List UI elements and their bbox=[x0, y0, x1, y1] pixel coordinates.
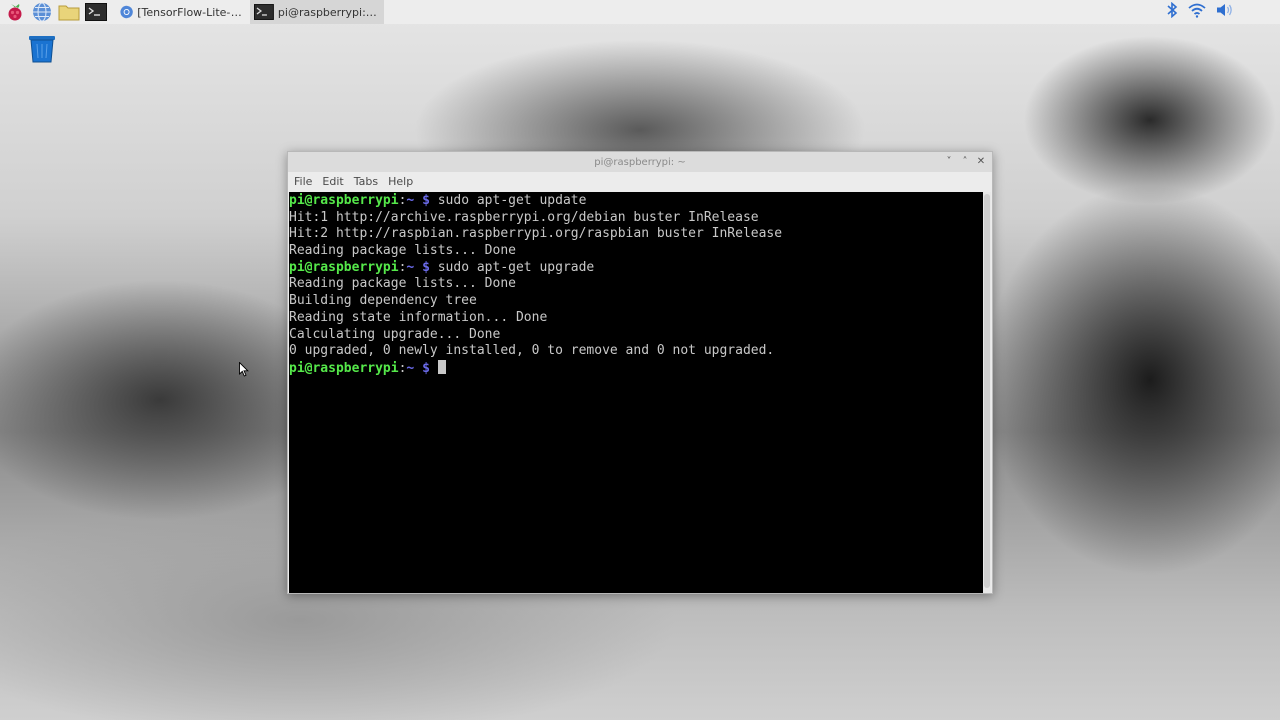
output-text: Hit:1 http://archive.raspberrypi.org/deb… bbox=[289, 209, 759, 225]
prompt-line: pi@raspberrypi:~ $ bbox=[289, 359, 984, 377]
output-line: Reading package lists... Done bbox=[289, 276, 984, 293]
menu-tabs[interactable]: Tabs bbox=[354, 175, 378, 188]
globe-icon bbox=[33, 2, 51, 22]
volume-icon[interactable] bbox=[1216, 2, 1234, 22]
raspberry-icon bbox=[8, 4, 22, 21]
prompt-path: ~ bbox=[406, 259, 415, 275]
chromium-icon bbox=[120, 5, 133, 19]
title-bar[interactable]: pi@raspberrypi: ~ ˅ ˄ ✕ bbox=[288, 152, 992, 172]
wifi-icon[interactable] bbox=[1188, 2, 1206, 22]
text-cursor bbox=[437, 359, 446, 374]
terminal-output[interactable]: pi@raspberrypi:~ $ sudo apt-get update Hi… bbox=[289, 192, 984, 593]
window-controls: ˅ ˄ ✕ bbox=[942, 154, 988, 168]
prompt-dollar: $ bbox=[422, 259, 430, 275]
system-tray bbox=[1166, 1, 1280, 22]
output-line: Reading state information... Done bbox=[289, 310, 984, 327]
taskbar: [TensorFlow-Lite-Obje... pi@raspberrypi:… bbox=[0, 0, 1280, 24]
minimize-icon[interactable]: ˅ bbox=[942, 154, 956, 168]
terminal-scrollbar[interactable] bbox=[983, 192, 991, 593]
task-label: [TensorFlow-Lite-Obje... bbox=[137, 5, 244, 19]
raspberry-menu-button[interactable] bbox=[3, 0, 27, 24]
terminal-icon bbox=[254, 4, 274, 20]
output-line: Reading package lists... Done bbox=[289, 243, 984, 260]
wastebasket-icon[interactable] bbox=[28, 34, 56, 64]
output-text: Calculating upgrade... Done bbox=[289, 326, 501, 342]
output-text: Reading state information... Done bbox=[289, 309, 548, 325]
output-line: Building dependency tree bbox=[289, 293, 984, 310]
prompt-line: pi@raspberrypi:~ $ sudo apt-get update bbox=[289, 193, 984, 210]
maximize-icon[interactable]: ˄ bbox=[958, 154, 972, 168]
prompt-path: ~ bbox=[406, 193, 415, 208]
window-title: pi@raspberrypi: ~ bbox=[594, 156, 686, 168]
output-line: 0 upgraded, 0 newly installed, 0 to remo… bbox=[289, 343, 984, 360]
output-text: Hit:2 http://raspbian.raspberrypi.org/ra… bbox=[289, 226, 783, 242]
terminal-launcher[interactable] bbox=[84, 0, 108, 24]
output-line: Hit:1 http://archive.raspberrypi.org/deb… bbox=[289, 210, 984, 227]
command-text: sudo apt-get update bbox=[437, 193, 587, 208]
output-text: Reading package lists... Done bbox=[289, 243, 516, 259]
file-manager-launcher[interactable] bbox=[57, 0, 81, 24]
task-label: pi@raspberrypi: ~ bbox=[277, 5, 378, 19]
menu-help[interactable]: Help bbox=[388, 175, 413, 188]
close-icon[interactable]: ✕ bbox=[974, 154, 988, 168]
prompt-path: ~ bbox=[406, 360, 415, 376]
output-text: Reading package lists... Done bbox=[289, 276, 516, 292]
menu-bar: File Edit Tabs Help bbox=[288, 172, 992, 191]
command-text: sudo apt-get upgrade bbox=[437, 259, 595, 275]
mouse-pointer-icon bbox=[239, 361, 249, 381]
menu-edit[interactable]: Edit bbox=[322, 175, 343, 188]
taskbar-task-browser[interactable]: [TensorFlow-Lite-Obje... bbox=[116, 0, 250, 24]
output-text: 0 upgraded, 0 newly installed, 0 to remo… bbox=[289, 343, 775, 359]
prompt-user-host: pi@raspberrypi bbox=[289, 259, 399, 275]
prompt-user-host: pi@raspberrypi bbox=[289, 193, 399, 208]
output-text: Building dependency tree bbox=[289, 293, 477, 309]
prompt-user-host: pi@raspberrypi bbox=[289, 360, 399, 376]
bluetooth-icon[interactable] bbox=[1166, 1, 1178, 22]
prompt-dollar: $ bbox=[422, 193, 430, 208]
terminal-icon bbox=[85, 3, 107, 21]
output-line: Hit:2 http://raspbian.raspberrypi.org/ra… bbox=[289, 226, 984, 243]
scrollbar-thumb[interactable] bbox=[984, 194, 990, 588]
taskbar-task-terminal[interactable]: pi@raspberrypi: ~ bbox=[250, 0, 384, 24]
output-line: Calculating upgrade... Done bbox=[289, 327, 984, 344]
folder-icon bbox=[58, 5, 80, 21]
web-browser-launcher[interactable] bbox=[30, 0, 54, 24]
prompt-line: pi@raspberrypi:~ $ sudo apt-get upgrade bbox=[289, 260, 984, 277]
prompt-dollar: $ bbox=[422, 360, 430, 376]
terminal-window: pi@raspberrypi: ~ ˅ ˄ ✕ File Edit Tabs H… bbox=[287, 151, 993, 594]
menu-file[interactable]: File bbox=[294, 175, 312, 188]
